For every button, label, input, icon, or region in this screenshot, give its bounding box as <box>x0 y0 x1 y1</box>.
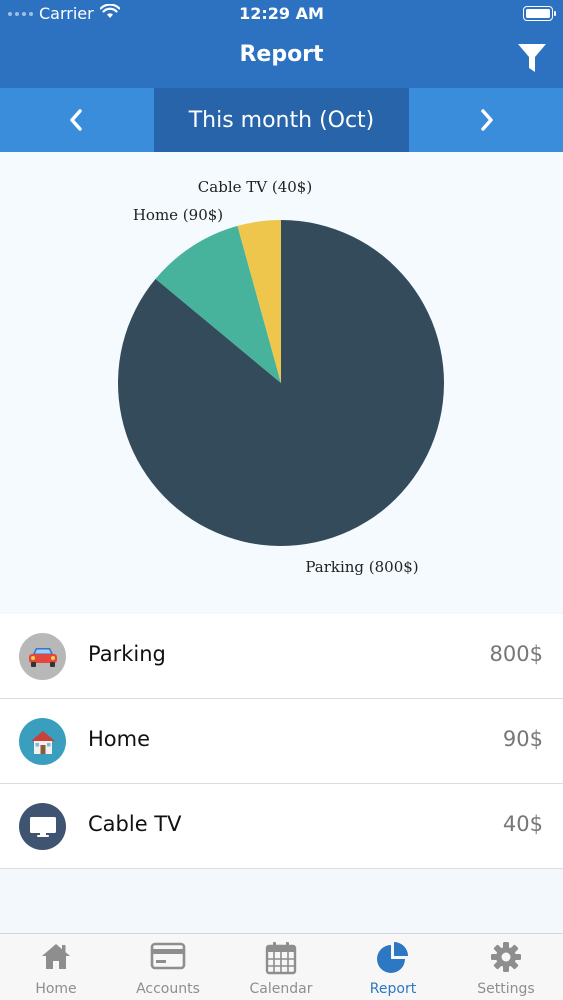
previous-month-button[interactable] <box>0 88 152 152</box>
page-title: Report <box>239 42 324 67</box>
list-item[interactable]: Parking 800$ <box>0 614 563 699</box>
list-item[interactable]: Cable TV 40$ <box>0 784 563 869</box>
tab-report[interactable]: Report <box>337 934 449 1000</box>
status-bar: Carrier 12:29 AM <box>0 0 563 30</box>
tab-calendar[interactable]: Calendar <box>225 934 337 1000</box>
chevron-left-icon <box>70 109 82 131</box>
category-amount: 40$ <box>502 812 543 836</box>
category-list: Parking 800$ Home 90$ Cable TV 40$ <box>0 614 563 869</box>
next-month-button[interactable] <box>411 88 563 152</box>
credit-card-icon <box>150 942 186 970</box>
category-amount: 800$ <box>489 642 543 666</box>
tab-label: Home <box>35 981 77 997</box>
calendar-icon <box>265 942 297 975</box>
car-icon <box>19 633 66 680</box>
list-item[interactable]: Home 90$ <box>0 699 563 784</box>
category-name: Parking <box>88 642 166 666</box>
gear-icon <box>491 942 521 972</box>
tv-icon <box>19 803 66 850</box>
status-time: 12:29 AM <box>239 4 324 23</box>
tab-label: Accounts <box>136 981 200 997</box>
category-name: Home <box>88 727 151 751</box>
pie-chart-icon <box>377 942 408 973</box>
pie-label-home: Home (90$) <box>133 206 223 224</box>
chevron-right-icon <box>481 109 493 131</box>
pie-chart: Parking (800$) Home (90$) Cable TV (40$) <box>117 178 445 576</box>
tab-accounts[interactable]: Accounts <box>112 934 224 1000</box>
house-icon <box>19 718 66 765</box>
tab-label: Calendar <box>249 981 313 997</box>
navigation-header: Carrier 12:29 AM Report <box>0 0 563 88</box>
filter-button[interactable] <box>517 42 547 74</box>
category-name: Cable TV <box>88 812 182 836</box>
current-period-label[interactable]: This month (Oct) <box>154 88 409 152</box>
pie-label-parking: Parking (800$) <box>305 558 418 576</box>
pie-label-cable-tv: Cable TV (40$) <box>198 178 312 196</box>
filter-icon <box>518 44 546 72</box>
tab-bar: Home Accounts Calendar Report Settings <box>0 933 563 1000</box>
home-icon <box>42 944 70 969</box>
category-amount: 90$ <box>502 727 543 751</box>
tab-settings[interactable]: Settings <box>450 934 562 1000</box>
tab-label: Report <box>369 981 417 997</box>
month-selector: This month (Oct) <box>0 88 563 152</box>
pie-chart-area: Parking (800$) Home (90$) Cable TV (40$) <box>0 152 563 612</box>
tab-label: Settings <box>477 981 535 997</box>
tab-home[interactable]: Home <box>0 934 112 1000</box>
battery-icon <box>523 6 556 21</box>
